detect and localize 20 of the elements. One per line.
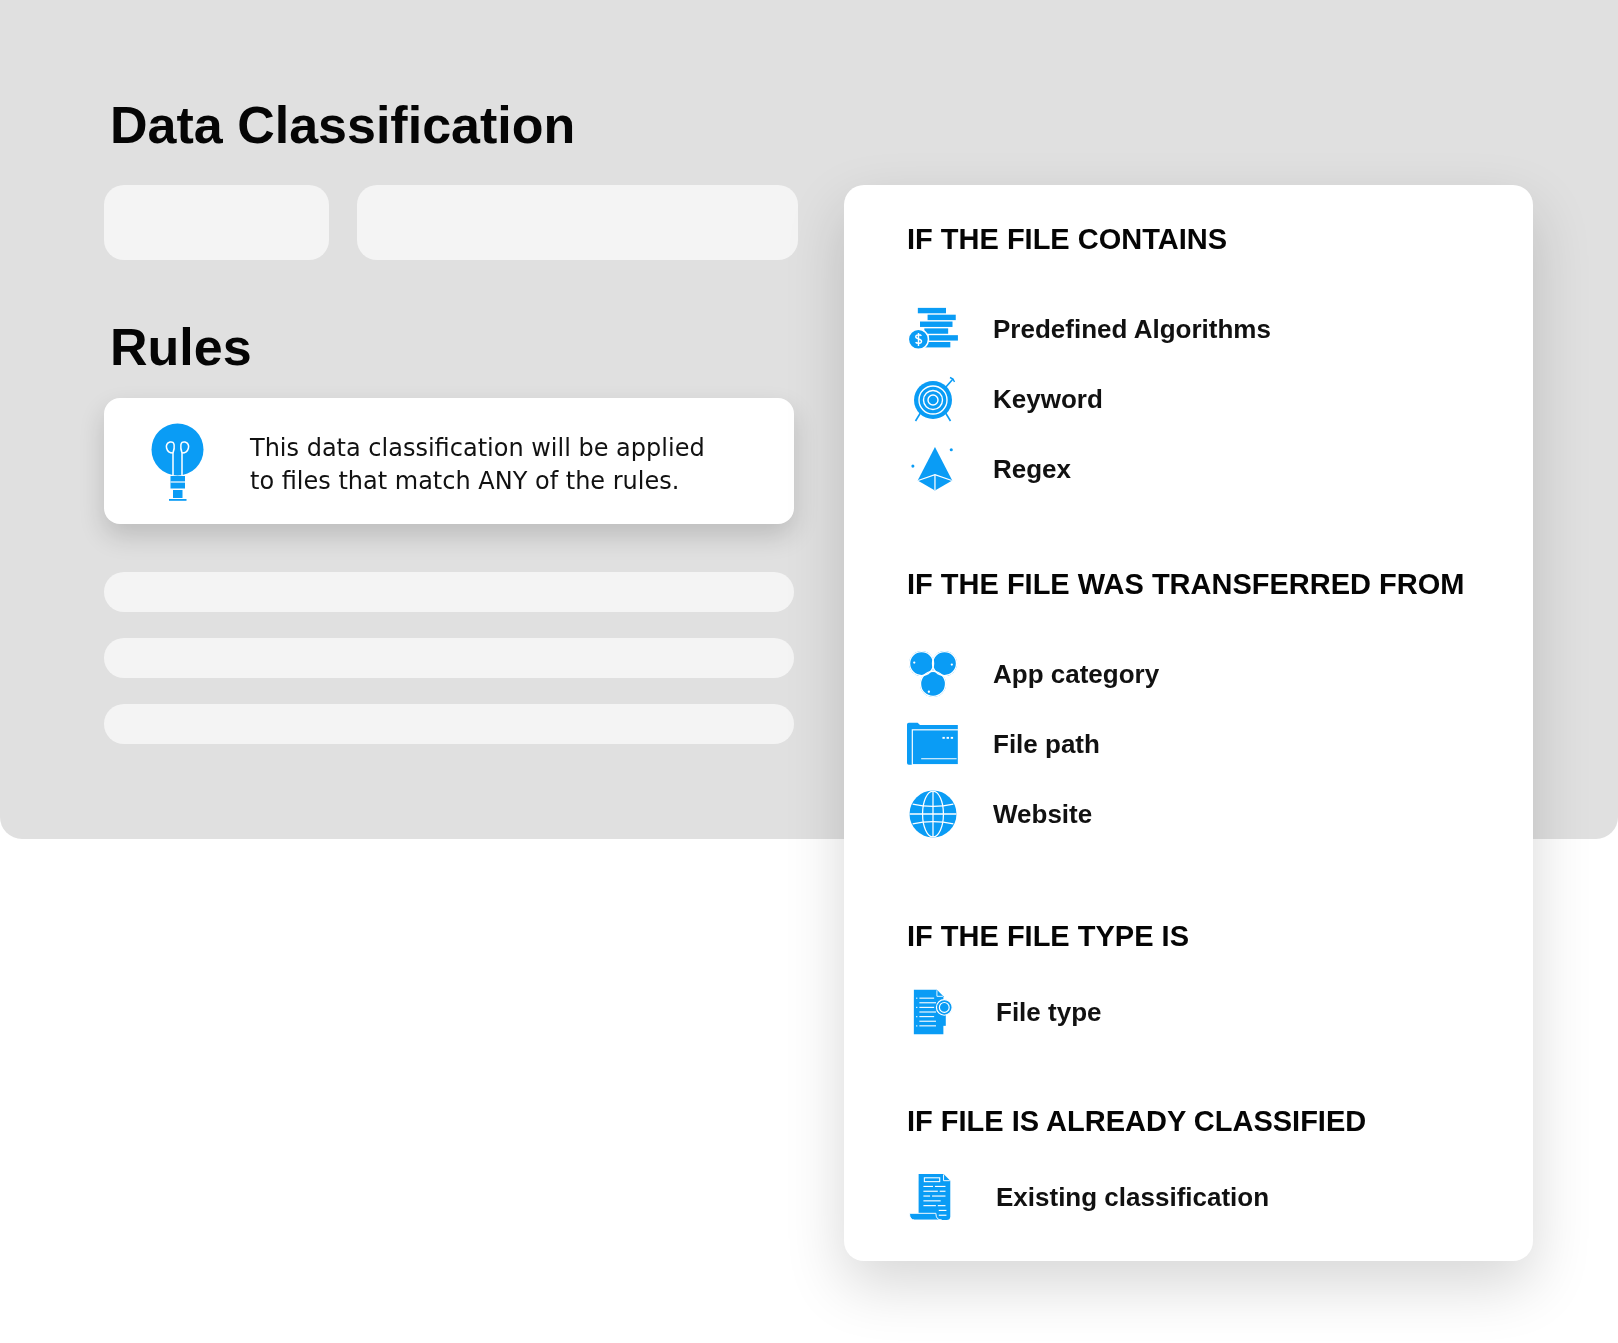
lightbulb-icon — [151, 423, 205, 503]
rule-option[interactable]: File type — [907, 984, 1102, 1040]
page-title: Data Classification — [110, 95, 576, 155]
venn-circles-icon — [907, 650, 959, 698]
section-heading: IF THE FILE CONTAINS — [907, 222, 1228, 256]
rule-option[interactable]: Existing classification — [907, 1169, 1270, 1225]
section-title: Rules — [110, 317, 252, 377]
section-heading: IF THE FILE WAS TRANSFERRED FROM — [907, 567, 1465, 601]
rule-option[interactable]: Predefined Algorithms — [907, 301, 1271, 357]
info-text: This data classification will be applied to files that match ANY of the rules. — [250, 433, 706, 497]
rule-option[interactable]: Keyword — [907, 371, 1103, 427]
section-heading: IF THE FILE TYPE IS — [907, 919, 1189, 953]
rule-option[interactable]: App category — [907, 646, 1160, 702]
rule-option[interactable]: Regex — [907, 441, 1072, 497]
globe-icon — [909, 790, 957, 838]
section-heading: IF FILE IS ALREADY CLASSIFIED — [907, 1104, 1367, 1138]
rule-option[interactable]: File path — [907, 716, 1100, 772]
folder-icon — [907, 720, 959, 768]
rule-option[interactable]: Website — [907, 786, 1093, 842]
document-search-icon — [911, 988, 955, 1036]
